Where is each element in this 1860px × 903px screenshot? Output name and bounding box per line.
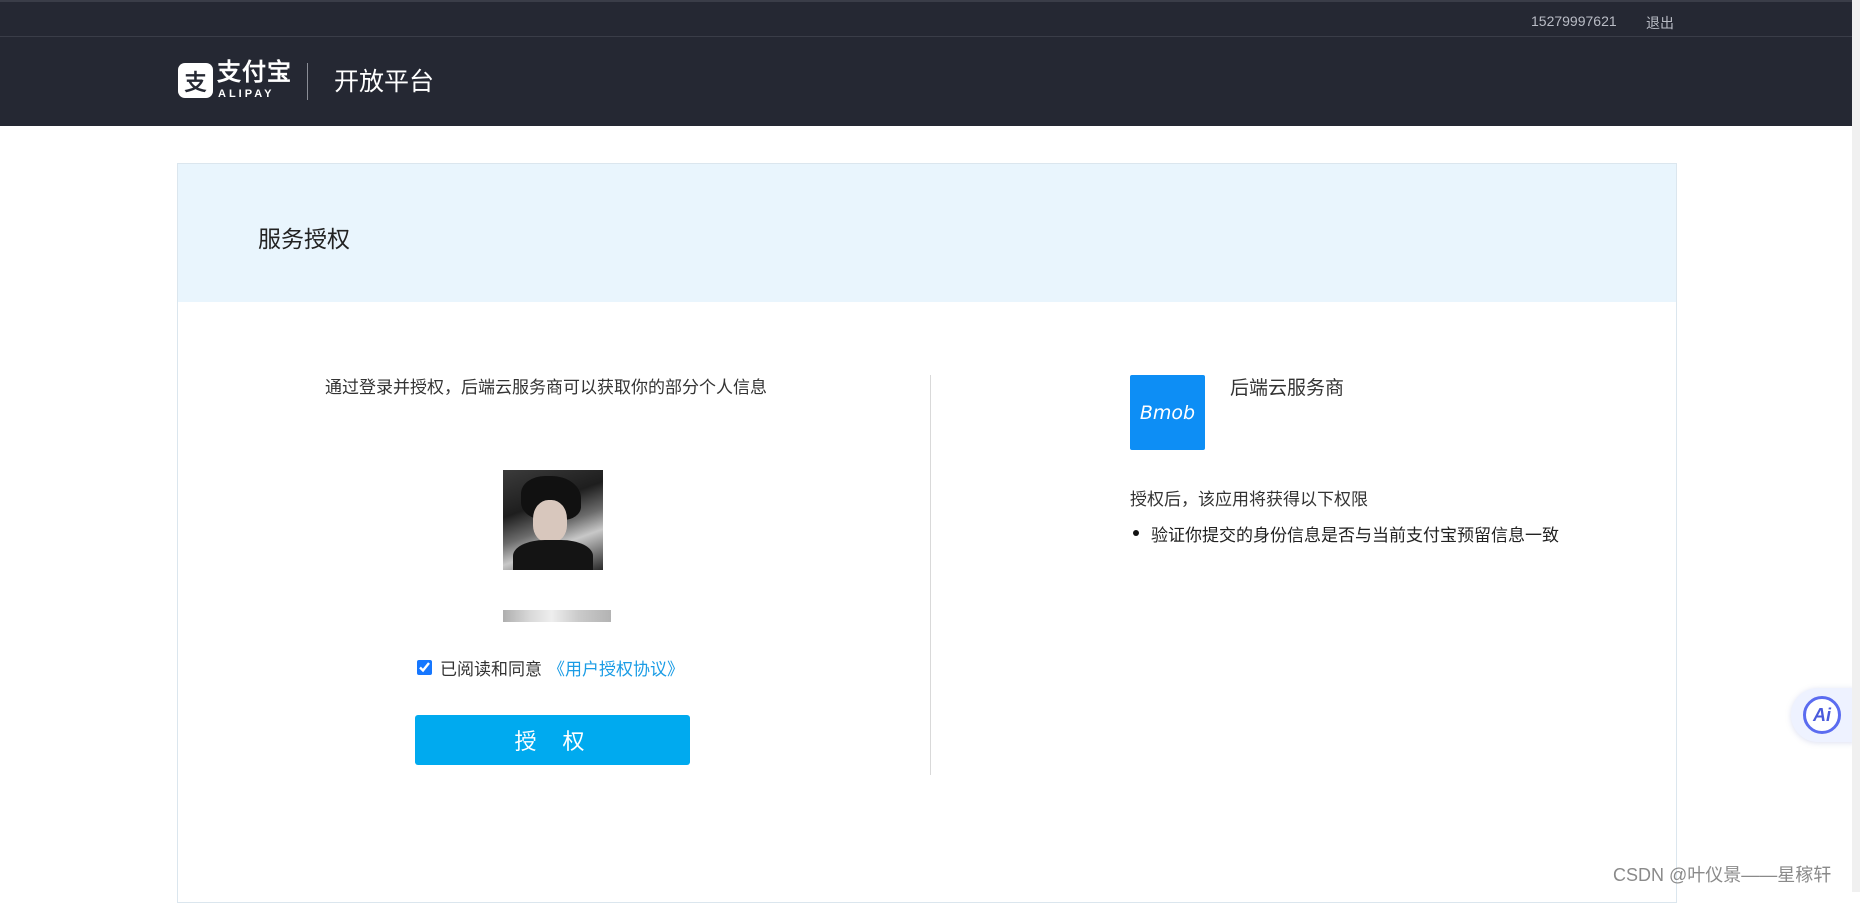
header-divider: [307, 63, 308, 100]
bmob-logo-icon: Bmob: [1130, 375, 1205, 450]
page-scrollbar[interactable]: [1852, 0, 1860, 892]
permission-title: 授权后，该应用将获得以下权限: [1130, 490, 1368, 509]
avatar-face: [533, 500, 567, 542]
alipay-logo-subtext: ALIPAY: [218, 88, 275, 100]
top-utility-bar: 15279997621 退出: [0, 0, 1852, 37]
agree-checkbox[interactable]: [417, 660, 432, 675]
intro-text: 通过登录并授权，后端云服务商可以获取你的部分个人信息: [325, 378, 767, 397]
authorize-button[interactable]: 授 权: [415, 715, 690, 765]
user-agreement-link[interactable]: 《用户授权协议》: [548, 655, 684, 680]
avatar-suit: [513, 540, 593, 570]
account-number: 15279997621: [1531, 13, 1617, 29]
column-divider: [930, 375, 931, 775]
panel-header: 服务授权: [178, 164, 1676, 302]
alipay-logo-icon[interactable]: 支: [178, 63, 213, 98]
blurred-nickname: [503, 610, 611, 622]
app-name: 后端云服务商: [1230, 378, 1345, 399]
user-avatar: [503, 470, 603, 570]
agree-label: 已阅读和同意: [440, 660, 542, 679]
permission-list: 验证你提交的身份信息是否与当前支付宝预留信息一致: [1130, 521, 1559, 546]
permission-item: 验证你提交的身份信息是否与当前支付宝预留信息一致: [1130, 521, 1559, 546]
alipay-logo-text: 支付宝: [217, 59, 292, 86]
ai-assistant-float[interactable]: Ai: [1791, 688, 1855, 742]
platform-title[interactable]: 开放平台: [334, 67, 434, 97]
watermark: CSDN @叶仪景——星稼轩: [1613, 865, 1832, 885]
main-header: 支 支付宝 ALIPAY 开放平台: [0, 37, 1852, 126]
page-title: 服务授权: [258, 226, 350, 252]
ai-icon[interactable]: Ai: [1803, 696, 1841, 734]
logout-link[interactable]: 退出: [1646, 13, 1674, 33]
agreement-row: 已阅读和同意 《用户授权协议》: [417, 655, 684, 680]
